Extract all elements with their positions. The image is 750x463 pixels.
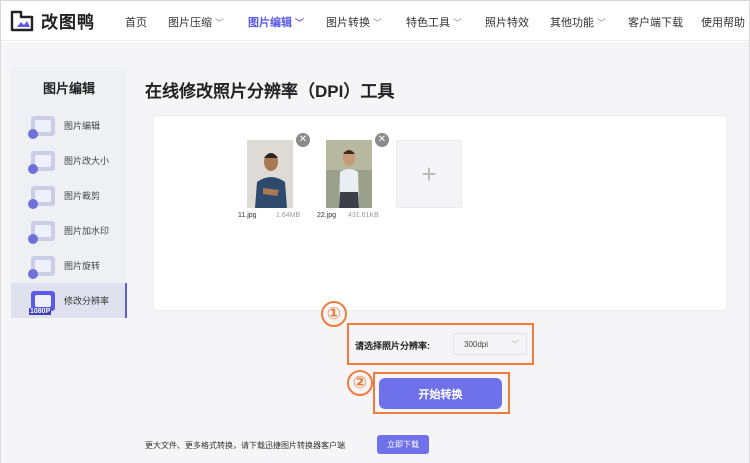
logo-text: 改图鸭 — [41, 13, 95, 32]
nav-label: 图片转换 — [326, 17, 370, 29]
nav-label: 图片编辑 — [248, 17, 292, 29]
sidebar-item-rotate[interactable]: 图片旋转 — [11, 248, 127, 283]
nav-label: 照片特效 — [485, 17, 529, 29]
image-thumbnail[interactable] — [247, 140, 293, 208]
logo[interactable]: 改图鸭 — [9, 8, 95, 33]
dpi-label: 请选择照片分辨率: — [355, 341, 430, 351]
nav-label: 客户端下载 — [628, 17, 683, 29]
nav-label: 首页 — [125, 17, 147, 29]
crop-image-icon — [28, 185, 55, 209]
sidebar-item-label: 图片旋转 — [64, 261, 101, 271]
nav-item-client-download[interactable]: 客户端下载 — [628, 14, 683, 30]
chevron-down-icon: ﹀ — [453, 17, 463, 28]
sidebar-item-label: 图片裁剪 — [64, 191, 101, 201]
step-two-badge: ② — [347, 370, 373, 396]
top-navigation-bar: 改图鸭 首页 图片压缩 ﹀ 图片编辑 ﹀ 图片转换 ﹀ 特色工具 ﹀ 照片特效 其他功能… — [1, 1, 749, 41]
nav-item-edit[interactable]: 图片编辑 ﹀ — [248, 14, 304, 30]
nav-label: 图片压缩 — [168, 17, 212, 29]
chevron-down-icon: ﹀ — [597, 17, 607, 28]
sidebar-item-crop[interactable]: 图片裁剪 — [11, 178, 127, 213]
sidebar: 图片编辑 图片编辑 图片改大小 图片裁剪 图片加水印 图片旋转 1080P 修改… — [11, 67, 127, 318]
sidebar-item-watermark[interactable]: 图片加水印 — [11, 213, 127, 248]
dpi-select[interactable]: 300dpi ﹀ — [453, 333, 527, 355]
step-one-badge: ① — [321, 301, 347, 327]
image-thumbnail[interactable] — [326, 140, 372, 208]
footer-promo-text: 更大文件、更多格式转换，请下载迅捷图片转换器客户端 — [145, 441, 345, 450]
file-name: 22.jpg — [317, 212, 337, 219]
sidebar-item-label: 图片编辑 — [64, 121, 101, 131]
logo-icon — [10, 10, 34, 31]
plus-icon: + — [421, 158, 437, 189]
start-convert-button[interactable]: 开始转换 — [379, 378, 502, 409]
add-image-button[interactable]: + — [396, 140, 462, 208]
nav-label: 其他功能 — [550, 17, 594, 29]
sidebar-title: 图片编辑 — [42, 81, 95, 96]
nav-item-convert[interactable]: 图片转换 ﹀ — [326, 14, 382, 30]
resolution-badge: 1080P — [29, 307, 52, 315]
sidebar-item-label: 图片加水印 — [64, 226, 110, 236]
nav-item-photo-effects[interactable]: 照片特效 — [485, 14, 529, 30]
sidebar-item-edit[interactable]: 图片编辑 — [11, 108, 127, 143]
chevron-down-icon: ﹀ — [215, 17, 225, 28]
resize-image-icon — [28, 150, 55, 174]
nav-item-special-tools[interactable]: 特色工具 ﹀ — [406, 14, 462, 30]
sidebar-item-label: 修改分辨率 — [64, 296, 110, 306]
remove-image-button[interactable]: ✕ — [375, 133, 389, 147]
file-size: 431.61KB — [348, 212, 379, 219]
chevron-down-icon: ﹀ — [373, 17, 383, 28]
file-size: 1.64MB — [276, 212, 301, 219]
resolution-image-icon: 1080P — [29, 290, 55, 315]
nav-item-other[interactable]: 其他功能 ﹀ — [550, 14, 606, 30]
sidebar-item-resize[interactable]: 图片改大小 — [11, 143, 127, 178]
nav-item-help[interactable]: 使用帮助 — [701, 14, 745, 30]
rotate-image-icon — [28, 255, 55, 279]
chevron-down-icon: ﹀ — [295, 17, 305, 28]
file-name: 11.jpg — [238, 212, 257, 219]
sidebar-item-resolution[interactable]: 1080P 修改分辨率 — [11, 283, 127, 318]
edit-image-icon — [28, 115, 55, 139]
chevron-down-icon: ﹀ — [511, 340, 519, 349]
sidebar-item-label: 图片改大小 — [64, 156, 110, 166]
nav-item-home[interactable]: 首页 — [125, 14, 147, 30]
nav-label: 特色工具 — [406, 17, 450, 29]
nav-label: 使用帮助 — [701, 17, 745, 29]
remove-image-button[interactable]: ✕ — [296, 133, 310, 147]
watermark-image-icon — [28, 220, 55, 244]
download-now-button[interactable]: 立即下载 — [377, 435, 429, 454]
nav-item-compress[interactable]: 图片压缩 ﹀ — [168, 14, 224, 30]
dpi-selected-value: 300dpi — [464, 339, 489, 349]
page-title: 在线修改照片分辨率（DPI）工具 — [145, 82, 395, 101]
